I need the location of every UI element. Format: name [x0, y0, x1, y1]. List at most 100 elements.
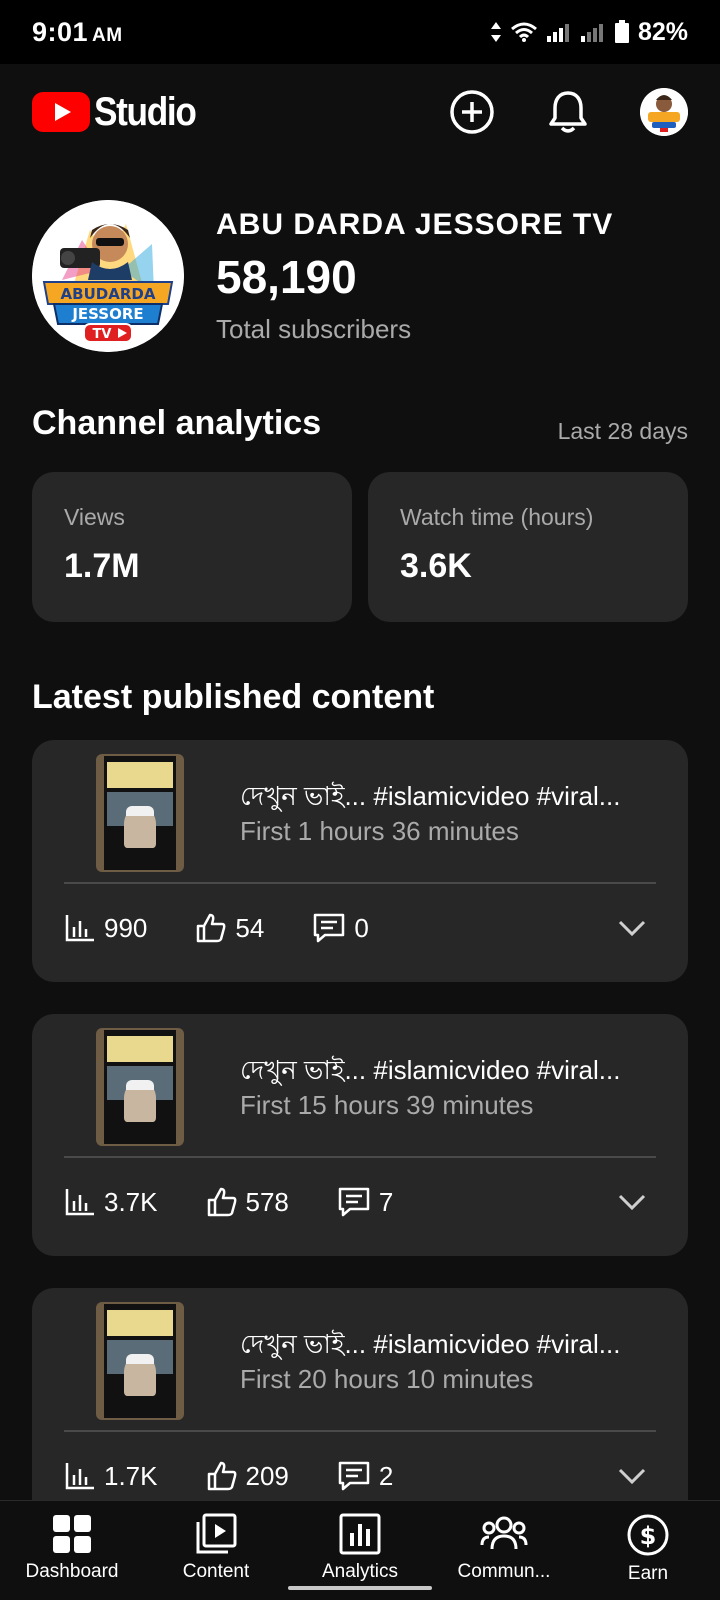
card-divider	[64, 1430, 656, 1432]
comment-icon	[338, 1461, 370, 1491]
avatar-text-line1: ABUDARDA	[61, 285, 156, 303]
create-button[interactable]	[448, 88, 496, 136]
video-age: First 15 hours 39 minutes	[240, 1090, 534, 1120]
app-name: Studio	[94, 89, 197, 134]
svg-text:$: $	[640, 1522, 657, 1550]
status-bar: 9:01 AM 82%	[0, 0, 720, 64]
nav-content[interactable]: Content	[144, 1501, 288, 1600]
nav-label: Earn	[627, 1563, 669, 1584]
watch-time-card[interactable]: Watch time (hours) 3.6K	[368, 472, 688, 622]
analytics-range: Last 28 days	[557, 418, 688, 444]
card-divider	[64, 1156, 656, 1158]
notifications-button[interactable]	[544, 88, 592, 136]
battery-icon	[614, 20, 629, 43]
metric-label: Views	[64, 504, 125, 530]
video-title: দেখুন ভাই... #islamicvideo #viral...	[240, 1055, 621, 1085]
comments-stat: 2	[337, 1460, 393, 1492]
thumbs-up-icon	[197, 913, 226, 943]
views-stat: 3.7K	[64, 1187, 158, 1218]
chevron-down-icon	[618, 920, 646, 937]
channel-avatar[interactable]: ABUDARDA JESSORE TV	[32, 200, 184, 352]
comment-icon	[314, 913, 345, 943]
nav-label: Content	[182, 1561, 250, 1582]
views-card[interactable]: Views 1.7M	[32, 472, 352, 622]
nav-community[interactable]: Commun...	[432, 1501, 576, 1600]
chevron-down-icon	[618, 1468, 646, 1485]
subscriber-count: 58,190	[216, 250, 357, 303]
channel-name: ABU DARDA JESSORE TV	[216, 207, 614, 241]
video-thumbnail[interactable]	[96, 1302, 184, 1420]
likes-stat: 209	[206, 1460, 289, 1492]
video-stats: 990 54 0	[64, 912, 369, 944]
selected-tab-indicator	[288, 1586, 432, 1590]
metric-value: 1.7M	[64, 547, 140, 585]
latest-content-title: Latest published content	[32, 678, 435, 716]
video-thumbnail[interactable]	[96, 1028, 184, 1146]
data-arrows-icon	[490, 22, 501, 42]
youtube-play-icon	[32, 92, 90, 132]
bar-chart-icon	[65, 1189, 94, 1216]
status-time: 9:01 AM	[32, 16, 123, 47]
signal-2-icon	[580, 24, 603, 42]
nav-earn[interactable]: $ Earn	[576, 1501, 720, 1600]
views-value: 990	[104, 912, 148, 943]
video-stats: 3.7K 578 7	[64, 1186, 393, 1218]
comments-stat: 0	[312, 912, 369, 944]
content-card-2[interactable]: দেখুন ভাই... #islamicvideo #viral... Fir…	[32, 1014, 688, 1256]
likes-value: 578	[245, 1186, 289, 1217]
bottom-nav: Dashboard Content Analytics Commun... $ …	[0, 1500, 720, 1600]
likes-value: 54	[235, 912, 265, 943]
content-card-1[interactable]: দেখুন ভাই... #islamicvideo #viral... Fir…	[32, 740, 688, 982]
video-title: দেখুন ভাই... #islamicvideo #viral...	[240, 781, 621, 811]
comments-value: 0	[354, 912, 369, 943]
subscriber-label: Total subscribers	[216, 313, 412, 344]
bar-chart-icon	[65, 1463, 94, 1490]
account-avatar[interactable]	[640, 88, 688, 136]
comments-stat: 7	[337, 1186, 393, 1218]
add-circle-icon	[450, 90, 494, 134]
studio-logo[interactable]: Studio	[32, 90, 209, 135]
avatar-badge: TV	[93, 327, 112, 342]
views-value: 1.7K	[104, 1460, 158, 1491]
card-divider	[64, 882, 656, 884]
expand-button[interactable]	[616, 1186, 648, 1223]
views-stat: 1.7K	[64, 1461, 158, 1492]
video-title: দেখুন ভাই... #islamicvideo #viral...	[240, 1329, 621, 1359]
nav-label: Analytics	[321, 1561, 399, 1582]
comment-icon	[338, 1187, 370, 1217]
earn-icon: $	[627, 1514, 669, 1556]
likes-value: 209	[245, 1460, 289, 1491]
metric-value: 3.6K	[400, 547, 472, 585]
content-icon	[196, 1513, 237, 1554]
nav-label: Dashboard	[25, 1561, 119, 1582]
thumbs-up-icon	[207, 1187, 236, 1217]
signal-1-icon	[546, 24, 569, 42]
channel-analytics-title: Channel analytics	[32, 404, 322, 442]
content-card-3[interactable]: দেখুন ভাই... #islamicvideo #viral... Fir…	[32, 1288, 688, 1530]
metric-label: Watch time (hours)	[400, 504, 594, 530]
channel-info: ABU DARDA JESSORE TV 58,190 Total subscr…	[216, 208, 613, 345]
views-value: 3.7K	[104, 1186, 158, 1217]
likes-stat: 578	[206, 1186, 289, 1218]
wifi-icon	[510, 22, 537, 42]
bell-icon	[549, 91, 587, 133]
avatar-text-line2: JESSORE	[71, 305, 143, 323]
expand-button[interactable]	[616, 912, 648, 949]
likes-stat: 54	[195, 912, 264, 944]
analytics-icon	[339, 1513, 381, 1555]
community-icon	[480, 1516, 528, 1550]
battery-percent: 82%	[637, 17, 688, 46]
comments-value: 2	[378, 1460, 394, 1491]
app-header: Studio	[0, 64, 720, 160]
expand-button[interactable]	[616, 1460, 648, 1497]
channel-summary: ABUDARDA JESSORE TV ABU DARDA JESSORE TV…	[32, 198, 688, 354]
channel-logo-small-icon	[640, 88, 688, 136]
nav-dashboard[interactable]: Dashboard	[0, 1501, 144, 1600]
video-thumbnail[interactable]	[96, 754, 184, 872]
comments-value: 7	[378, 1186, 394, 1217]
video-age: First 1 hours 36 minutes	[240, 816, 519, 846]
dashboard-icon	[53, 1515, 91, 1553]
status-icons: 82%	[490, 18, 688, 47]
nav-label: Commun...	[457, 1561, 551, 1582]
chevron-down-icon	[618, 1194, 646, 1211]
